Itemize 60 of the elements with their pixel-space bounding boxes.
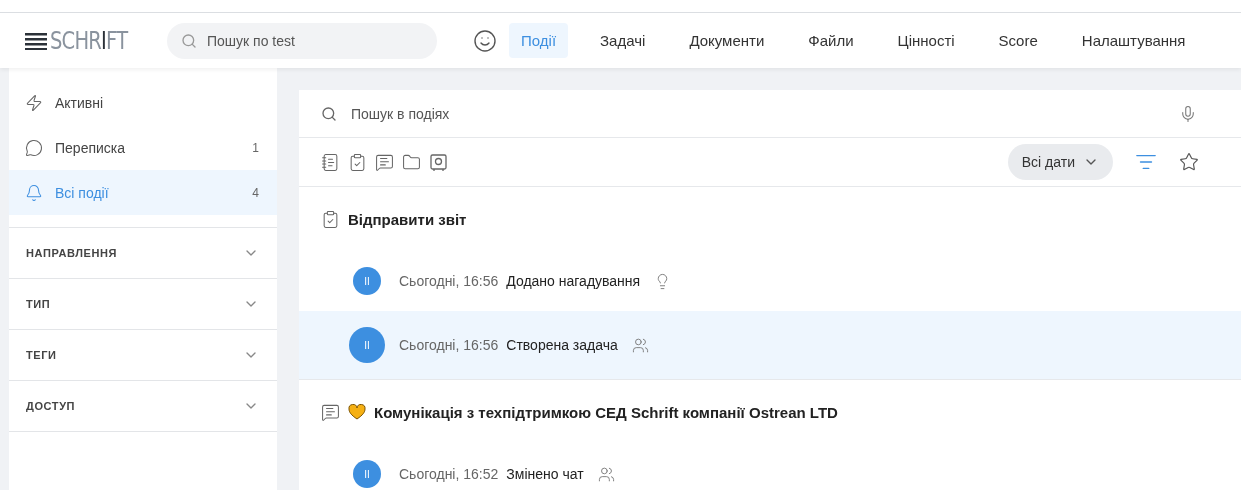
star-icon[interactable] — [1179, 152, 1199, 172]
nav-tab[interactable]: Налаштування — [1069, 23, 1198, 58]
sidebar-label: Всі події — [55, 184, 110, 201]
nav-tab[interactable]: Задачі — [588, 23, 658, 58]
date-filter-button[interactable]: Всі дати — [1007, 144, 1113, 180]
safe-icon[interactable] — [429, 152, 448, 172]
filter-section[interactable]: НАПРАВЛЕННЯ — [9, 228, 277, 279]
event-time: Сьогодні, 16:56 — [399, 273, 499, 289]
search-field[interactable]: Пошук по test — [167, 22, 437, 59]
event-row[interactable]: II Сьогодні, 16:52 Змінено чат — [299, 444, 1241, 490]
item-count: 1 — [252, 140, 259, 155]
event-time: Сьогодні, 16:56 — [399, 337, 499, 353]
sidebar-label: Активні — [55, 94, 105, 111]
event-group-title[interactable]: Комунікація з техпідтримкою СЕД Schrift компанії Ostrean LTD — [374, 403, 838, 421]
events-search-field[interactable]: Пошук в подіях — [299, 90, 1241, 138]
search-icon — [321, 105, 337, 122]
filter-section[interactable]: ТЕГИ — [9, 330, 277, 381]
sidebar-label: Переписка — [55, 139, 127, 156]
event-text: Створена задача — [506, 337, 618, 353]
menu-icon[interactable] — [25, 31, 47, 50]
microphone-icon[interactable] — [1179, 104, 1197, 123]
search-icon — [181, 32, 197, 49]
logo: SCHRIFT — [50, 26, 128, 55]
sidebar-item[interactable]: Переписка 1 — [9, 125, 277, 170]
search-input[interactable]: Пошук по test — [205, 31, 437, 50]
event-row[interactable]: II Сьогодні, 16:56 Створена задача — [299, 311, 1241, 380]
nav-tab[interactable]: Score — [986, 23, 1050, 58]
event-text: Додано нагадування — [506, 273, 641, 289]
bolt-icon — [25, 93, 43, 112]
nav-tab[interactable]: Документи — [677, 23, 777, 58]
bell-icon — [25, 183, 43, 202]
chat-icon — [321, 402, 340, 422]
sidebar-item[interactable]: Всі події 4 — [9, 170, 277, 215]
user-avatar: II — [353, 460, 381, 488]
smile-icon[interactable] — [473, 28, 497, 53]
filter-label: ДОСТУП — [26, 400, 76, 412]
event-time: Сьогодні, 16:52 — [399, 466, 499, 482]
item-count: 4 — [252, 185, 259, 200]
event-group-title[interactable]: Відправити звіт — [348, 210, 467, 228]
filter-label: ТЕГИ — [26, 349, 57, 361]
folder-icon[interactable] — [402, 152, 421, 172]
events-search-input[interactable]: Пошук в подіях — [349, 104, 1167, 123]
event-row[interactable]: II Сьогодні, 16:56 Додано нагадування — [299, 251, 1241, 311]
nav-tab[interactable]: Файли — [796, 23, 866, 58]
filter-section[interactable]: ДОСТУП — [9, 381, 277, 432]
user-avatar: II — [353, 267, 381, 295]
people-icon — [597, 465, 615, 483]
sidebar-item[interactable]: Активні — [9, 80, 277, 125]
nav-tab[interactable]: Цінності — [885, 23, 967, 58]
filter-label: НАПРАВЛЕННЯ — [26, 247, 118, 259]
event-text: Змінено чат — [506, 466, 584, 482]
user-avatar: II — [349, 327, 385, 363]
filter-section[interactable]: ТИП — [9, 279, 277, 330]
task-icon — [321, 209, 340, 229]
filter-label: ТИП — [26, 298, 51, 310]
people-icon — [631, 336, 649, 354]
message-icon[interactable] — [375, 152, 394, 172]
notebook-icon[interactable] — [321, 152, 340, 172]
clipboard-icon[interactable] — [348, 152, 367, 172]
chat-icon — [25, 138, 43, 157]
